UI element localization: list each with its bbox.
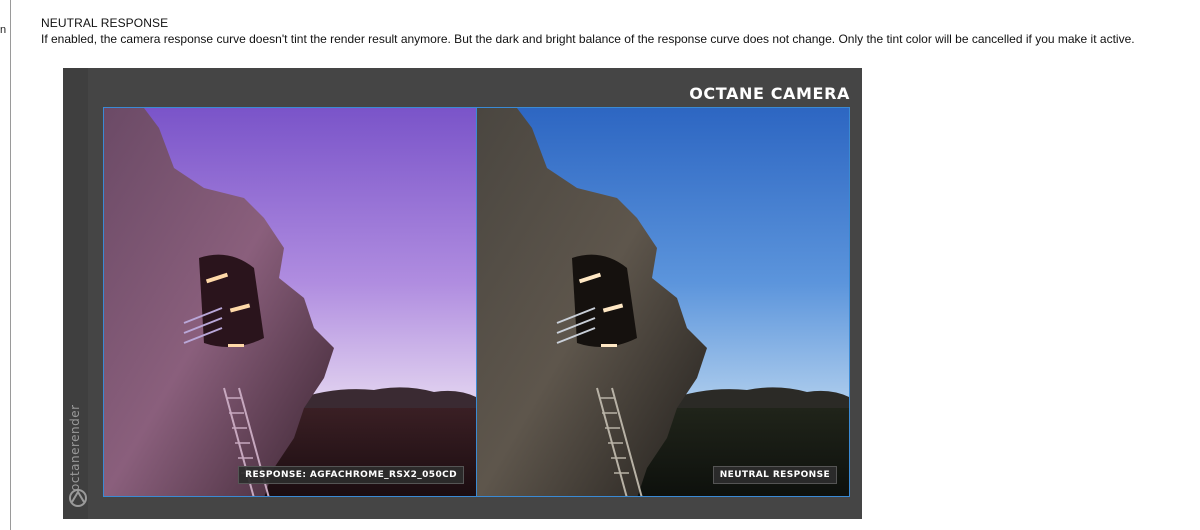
panel-label-agfachrome: RESPONSE: AGFACHROME_RSX2_050CD (238, 466, 464, 484)
brand-strip: octanerender (63, 68, 88, 519)
left-gutter: n (0, 0, 11, 530)
section-heading: NEUTRAL RESPONSE (41, 16, 169, 30)
render-panel-neutral: NEUTRAL RESPONSE (476, 107, 850, 497)
render-image-neutral (477, 108, 849, 496)
octane-render-brand: octanerender (68, 404, 82, 491)
gutter-text-fragment: n (0, 24, 7, 36)
render-panel-agfachrome: RESPONSE: AGFACHROME_RSX2_050CD (103, 107, 477, 497)
octane-logo-icon (69, 489, 87, 507)
octane-camera-figure: octanerender OCTANE CAMERA RESPONSE: AGF… (63, 68, 862, 519)
figure-title: OCTANE CAMERA (689, 84, 850, 103)
section-description: If enabled, the camera response curve do… (41, 32, 1135, 46)
panel-label-neutral: NEUTRAL RESPONSE (712, 466, 837, 484)
render-image-agfachrome (104, 108, 476, 496)
